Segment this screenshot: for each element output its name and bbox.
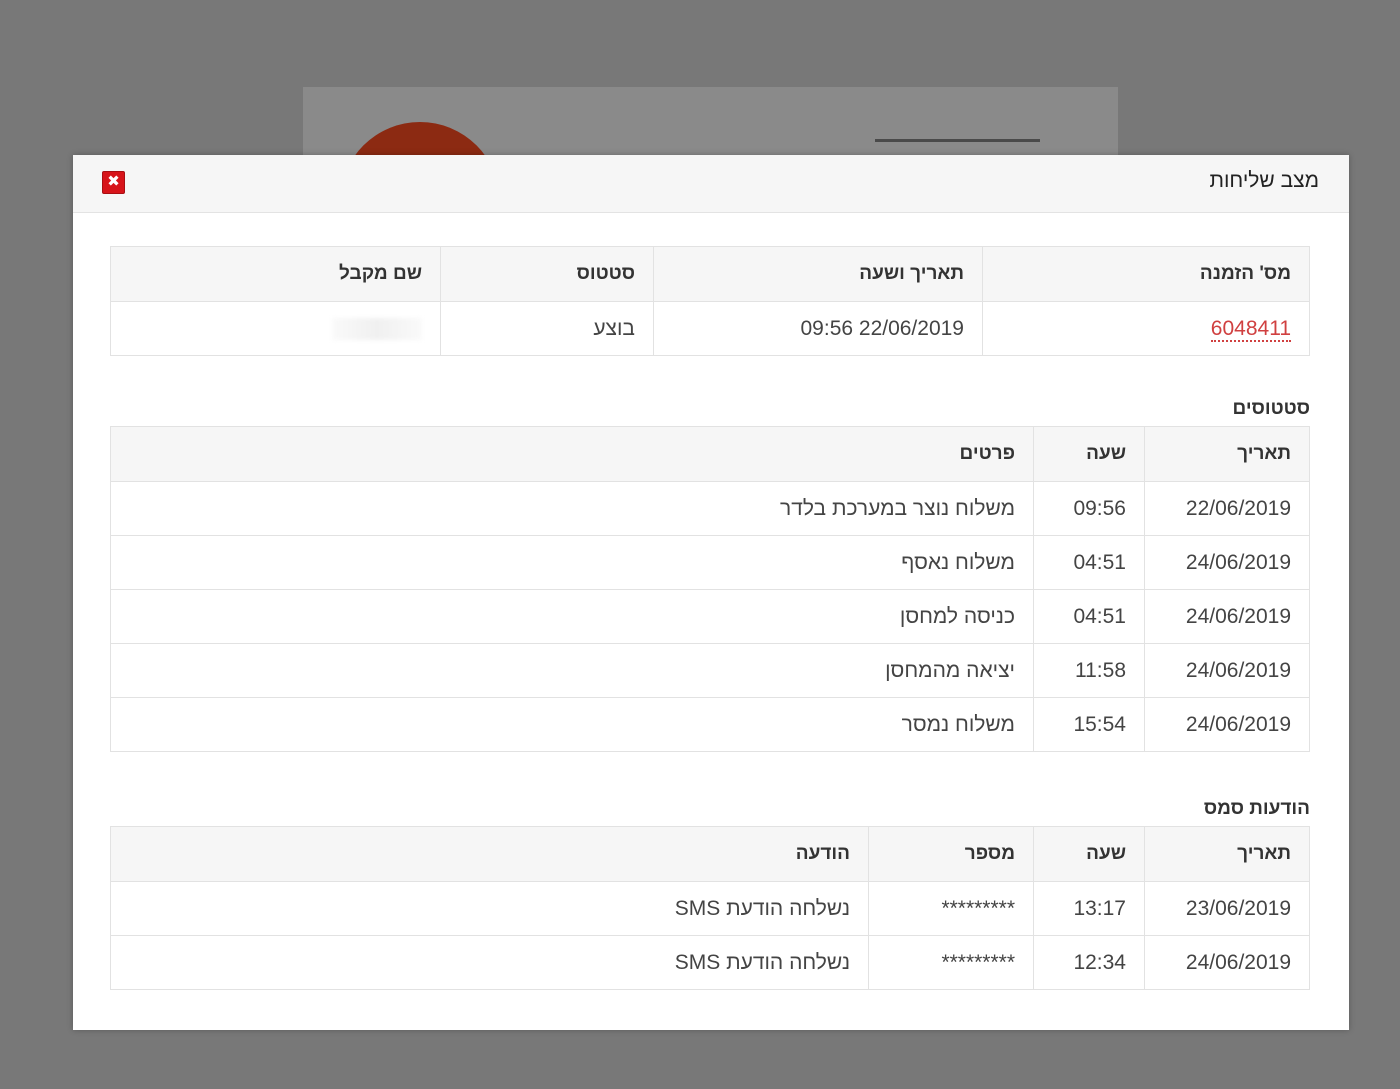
status-date: 24/06/2019 [1144,643,1310,698]
sms-number: ********* [868,881,1034,936]
sms-date: 23/06/2019 [1144,881,1310,936]
status-details: משלוח נוצר במערכת בלדר [110,481,1034,536]
header-date: תאריך [1144,826,1310,882]
header-datetime: תאריך ושעה [653,246,983,302]
status-details: משלוח נמסר [110,697,1034,752]
statuses-table: תאריך שעה פרטים 22/06/2019 09:56 משלוח נ… [110,426,1310,752]
sms-date: 24/06/2019 [1144,935,1310,990]
status-date: 24/06/2019 [1144,589,1310,644]
status-details: משלוח נאסף [110,535,1034,590]
background-divider [875,139,1040,142]
status-time: 04:51 [1033,589,1145,644]
header-time: שעה [1033,426,1145,482]
sms-message: נשלחה הודעת SMS [110,881,869,936]
sms-title: הודעות סמס [1203,798,1310,819]
header-order-number: מס' הזמנה [982,246,1310,302]
status-time: 11:58 [1033,643,1145,698]
sms-time: 12:34 [1033,935,1145,990]
table-header-row: תאריך שעה פרטים [110,426,1310,482]
sms-table: תאריך שעה מספר הודעה 23/06/2019 13:17 **… [110,826,1310,990]
table-row: 24/06/2019 12:34 ********* נשלחה הודעת S… [110,935,1310,990]
header-message: הודעה [110,826,869,882]
table-row: 24/06/2019 11:58 יציאה מהמחסן [110,643,1310,698]
status-details: יציאה מהמחסן [110,643,1034,698]
status-date: 22/06/2019 [1144,481,1310,536]
sms-number: ********* [868,935,1034,990]
statuses-title: סטטוסים [1232,398,1310,419]
status-time: 04:51 [1033,535,1145,590]
order-number-cell: 6048411 [982,301,1310,356]
order-summary-table: מס' הזמנה תאריך ושעה סטטוס שם מקבל 60484… [110,246,1310,356]
delivery-status-modal: ✖ מצב שליחות מס' הזמנה תאריך ושעה סטטוס … [73,155,1349,1030]
sms-message: נשלחה הודעת SMS [110,935,869,990]
order-number-link[interactable]: 6048411 [1210,316,1291,342]
modal-header: ✖ מצב שליחות [73,155,1349,213]
status-time: 15:54 [1033,697,1145,752]
status-date: 24/06/2019 [1144,535,1310,590]
table-header-row: מס' הזמנה תאריך ושעה סטטוס שם מקבל [110,246,1310,302]
table-row: 22/06/2019 09:56 משלוח נוצר במערכת בלדר [110,481,1310,536]
header-status: סטטוס [440,246,654,302]
recipient-cell [110,301,441,356]
table-row: 6048411 09:56 22/06/2019 בוצע [110,301,1310,356]
header-number: מספר [868,826,1034,882]
order-datetime: 09:56 22/06/2019 [653,301,983,356]
recipient-redacted [332,317,422,340]
table-header-row: תאריך שעה מספר הודעה [110,826,1310,882]
order-status: בוצע [440,301,654,356]
header-details: פרטים [110,426,1034,482]
close-icon[interactable]: ✖ [102,171,125,194]
status-date: 24/06/2019 [1144,697,1310,752]
modal-title: מצב שליחות [1209,169,1319,192]
status-time: 09:56 [1033,481,1145,536]
header-time: שעה [1033,826,1145,882]
table-row: 23/06/2019 13:17 ********* נשלחה הודעת S… [110,881,1310,936]
table-row: 24/06/2019 04:51 כניסה למחסן [110,589,1310,644]
sms-time: 13:17 [1033,881,1145,936]
header-recipient: שם מקבל [110,246,441,302]
header-date: תאריך [1144,426,1310,482]
table-row: 24/06/2019 15:54 משלוח נמסר [110,697,1310,752]
status-details: כניסה למחסן [110,589,1034,644]
table-row: 24/06/2019 04:51 משלוח נאסף [110,535,1310,590]
